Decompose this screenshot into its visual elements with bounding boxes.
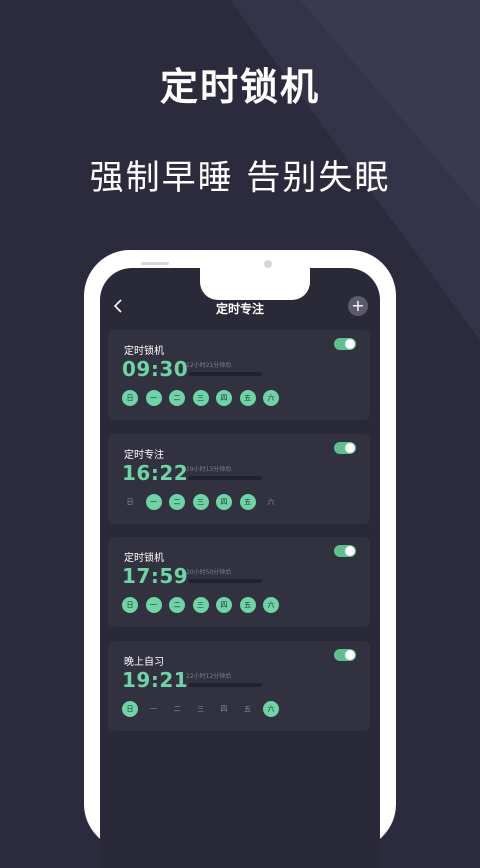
weekday-1[interactable]: 一 <box>145 597 162 613</box>
schedule-toggle[interactable] <box>334 338 356 350</box>
weekday-2[interactable]: 二 <box>169 701 185 717</box>
weekday-5[interactable]: 五 <box>239 597 256 613</box>
schedule-card[interactable]: 晚上自习 19:21 22小时12分钟后日一二三四五六 <box>108 641 370 731</box>
schedule-name: 定时锁机 <box>124 553 164 564</box>
weekday-1[interactable]: 一 <box>146 701 162 717</box>
weekday-2[interactable]: 二 <box>169 494 185 510</box>
weekday-1[interactable]: 一 <box>145 494 162 510</box>
weekday-3[interactable]: 三 <box>192 390 209 406</box>
schedule-toggle[interactable] <box>334 442 356 454</box>
weekday-1[interactable]: 一 <box>145 390 162 406</box>
weekday-4[interactable]: 四 <box>216 494 232 510</box>
schedule-card[interactable]: 定时专注 16:22 19小时13分钟后日一二三四五六 <box>108 434 370 524</box>
phone-camera <box>264 260 272 268</box>
weekday-5[interactable]: 五 <box>240 701 256 717</box>
schedule-remaining: 19小时13分钟后 <box>186 466 232 473</box>
weekday-0[interactable]: 日 <box>122 701 138 717</box>
promo-title: 定时锁机 <box>159 65 320 109</box>
weekday-3[interactable]: 三 <box>192 494 209 510</box>
weekday-2[interactable]: 二 <box>169 390 185 406</box>
weekday-6[interactable]: 六 <box>263 390 279 406</box>
weekday-6[interactable]: 六 <box>263 597 279 613</box>
weekday-4[interactable]: 四 <box>216 597 232 613</box>
header-title: 定时专注 <box>215 302 264 316</box>
schedule-name: 定时专注 <box>124 450 164 461</box>
weekday-0[interactable]: 日 <box>122 390 138 406</box>
schedule-remaining: 22小时12分钟后 <box>186 673 232 680</box>
app-header: 定时专注 + <box>100 268 380 324</box>
remaining-bar <box>188 579 262 583</box>
weekday-4[interactable]: 四 <box>216 701 232 717</box>
schedule-time: 17:59 <box>122 564 189 588</box>
phone-frame: 定时专注 + 定时锁机 09:30 12小时21分钟后日一二三四五六定时专注 16:2… <box>84 250 396 868</box>
schedule-time: 16:22 <box>122 461 189 485</box>
weekday-5[interactable]: 五 <box>239 390 256 406</box>
promo-subtitle: 强制早睡 告别失眠 <box>89 158 391 198</box>
schedule-card[interactable]: 定时锁机 09:30 12小时21分钟后日一二三四五六 <box>108 330 370 420</box>
phone-speaker <box>141 262 169 265</box>
weekday-0[interactable]: 日 <box>122 494 138 510</box>
weekday-6[interactable]: 六 <box>263 701 279 717</box>
weekday-3[interactable]: 三 <box>192 597 209 613</box>
remaining-bar <box>188 683 262 687</box>
schedule-name: 定时锁机 <box>124 346 164 357</box>
schedule-time: 19:21 <box>122 668 189 692</box>
weekday-5[interactable]: 五 <box>239 494 256 510</box>
remaining-bar <box>188 476 262 480</box>
schedule-time: 09:30 <box>122 357 189 381</box>
schedule-toggle[interactable] <box>334 649 356 661</box>
schedule-remaining: 20小时50分钟后 <box>186 569 232 576</box>
weekday-0[interactable]: 日 <box>122 597 138 613</box>
add-button[interactable]: + <box>348 296 368 316</box>
schedule-remaining: 12小时21分钟后 <box>186 362 232 369</box>
remaining-bar <box>188 372 262 376</box>
schedule-card[interactable]: 定时锁机 17:59 20小时50分钟后日一二三四五六 <box>108 537 370 627</box>
phone-screen: 定时专注 + 定时锁机 09:30 12小时21分钟后日一二三四五六定时专注 16:2… <box>100 268 380 868</box>
weekday-3[interactable]: 三 <box>193 701 209 717</box>
schedule-toggle[interactable] <box>334 545 356 557</box>
weekday-2[interactable]: 二 <box>169 597 185 613</box>
schedule-name: 晚上自习 <box>124 657 164 668</box>
weekday-6[interactable]: 六 <box>263 494 279 510</box>
weekday-4[interactable]: 四 <box>216 390 232 406</box>
